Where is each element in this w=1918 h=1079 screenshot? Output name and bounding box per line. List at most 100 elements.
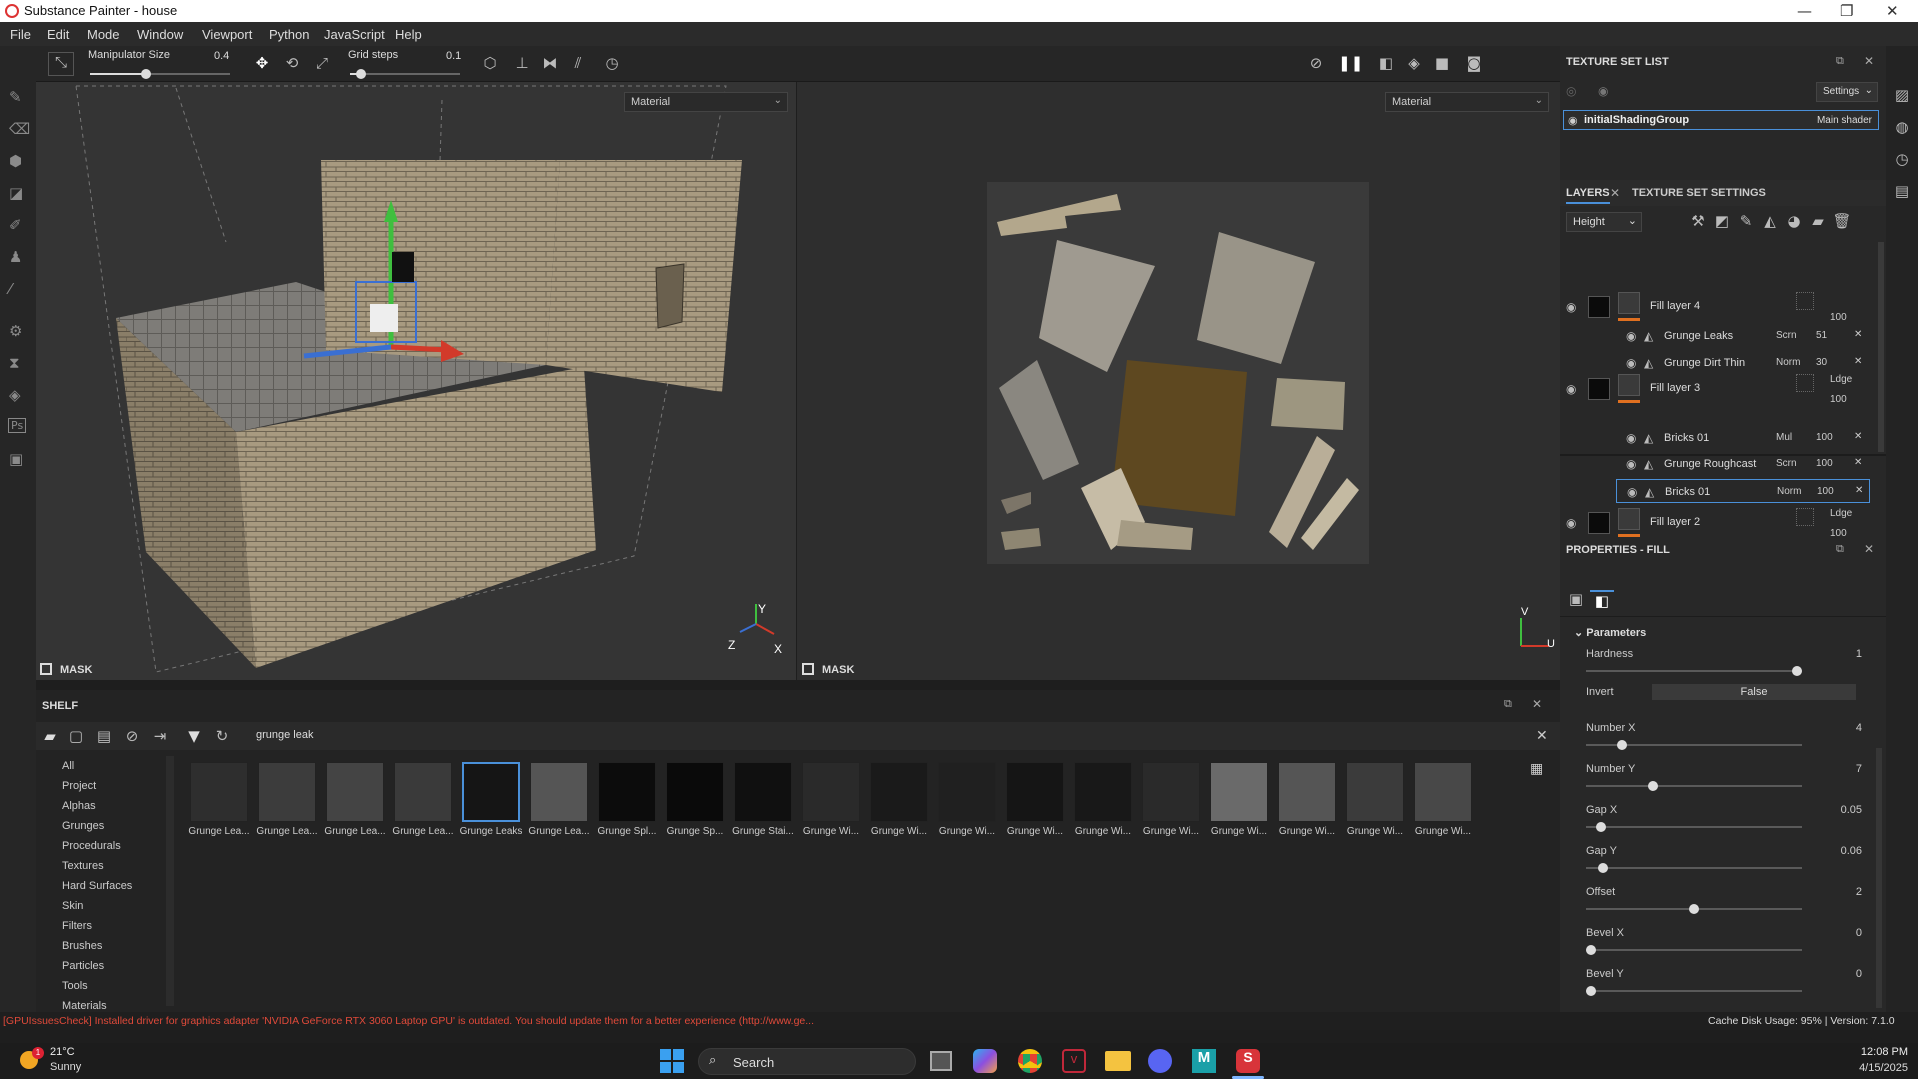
polygon-fill-icon[interactable]: ◪ bbox=[9, 184, 23, 202]
shelf-item-thumbnail[interactable] bbox=[190, 762, 248, 822]
maximize-button[interactable]: ❐ bbox=[1840, 2, 1853, 20]
viewport-3d[interactable]: Material ⌄ Y Z X bbox=[36, 82, 796, 680]
visibility-off-icon[interactable]: ◎ bbox=[1566, 84, 1576, 98]
texture-set-settings-dropdown[interactable]: Settings ⌄ bbox=[1816, 82, 1878, 102]
clock-time[interactable]: 12:08 PM bbox=[1838, 1046, 1908, 1058]
color-picker-icon[interactable]: ⁄ bbox=[9, 280, 12, 298]
file-explorer-icon[interactable] bbox=[1105, 1051, 1131, 1071]
effect-name[interactable]: Grunge Roughcast bbox=[1664, 458, 1756, 470]
material-props-icon[interactable]: ▣ bbox=[1564, 590, 1588, 608]
shelf-scrollbar[interactable] bbox=[166, 756, 174, 1006]
shelf-item-thumbnail[interactable] bbox=[938, 762, 996, 822]
param-value[interactable]: 7 bbox=[1856, 763, 1862, 775]
param-slider[interactable] bbox=[1586, 945, 1802, 955]
cube-icon[interactable]: ⬡ bbox=[478, 54, 502, 72]
eye-icon[interactable]: ◉ bbox=[1626, 457, 1636, 471]
param-slider[interactable] bbox=[1586, 863, 1802, 873]
menu-python[interactable]: Python bbox=[269, 27, 309, 42]
layer-row[interactable]: ◉ Fill layer 4 100 bbox=[1560, 290, 1876, 328]
shelf-category-filters[interactable]: Filters bbox=[62, 920, 92, 932]
clone-stamp-icon[interactable]: ♟ bbox=[9, 248, 22, 266]
hide-icon[interactable]: ⊘ bbox=[120, 727, 144, 745]
float-panel-icon[interactable]: ⧉ bbox=[1836, 55, 1844, 68]
blend-mode[interactable]: Ldge bbox=[1830, 508, 1852, 519]
shelf-category-alphas[interactable]: Alphas bbox=[62, 800, 96, 812]
effect-opacity[interactable]: 100 bbox=[1817, 486, 1834, 497]
param-slider[interactable] bbox=[1586, 666, 1802, 676]
blend-mode[interactable]: Mul bbox=[1776, 432, 1792, 443]
layer-row[interactable]: ◉ Fill layer 3 Ldge 100 bbox=[1560, 372, 1876, 410]
eye-icon[interactable]: ◉ bbox=[1566, 300, 1576, 314]
shelf-item-thumbnail[interactable] bbox=[734, 762, 792, 822]
move-icon[interactable]: ✥ bbox=[250, 54, 274, 72]
delete-layer-icon[interactable]: 🗑 bbox=[1830, 212, 1854, 230]
windows-start-icon[interactable] bbox=[660, 1049, 684, 1073]
add-mask-icon[interactable]: ◩ bbox=[1710, 212, 1734, 230]
eye-icon[interactable]: ◉ bbox=[1568, 114, 1578, 127]
effect-opacity[interactable]: 100 bbox=[1816, 432, 1833, 443]
shelf-item-thumbnail[interactable] bbox=[598, 762, 656, 822]
projection-icon[interactable]: ⬢ bbox=[9, 152, 22, 170]
shelf-category-tools[interactable]: Tools bbox=[62, 980, 88, 992]
shelf-item-thumbnail[interactable] bbox=[1074, 762, 1132, 822]
log-icon[interactable]: ▤ bbox=[1890, 182, 1914, 200]
remove-effect-icon[interactable]: ✕ bbox=[1854, 356, 1862, 367]
layer-opacity[interactable]: 100 bbox=[1830, 312, 1847, 323]
param-slider[interactable] bbox=[1586, 781, 1802, 791]
mask-thumbnail[interactable] bbox=[1588, 512, 1610, 534]
slider-knob[interactable] bbox=[1647, 781, 1658, 791]
remove-effect-icon[interactable]: ✕ bbox=[1854, 431, 1862, 442]
viewport-2d[interactable]: Material ⌄ V U bbox=[797, 82, 1560, 680]
mask-toggle-3d[interactable]: MASK bbox=[40, 663, 92, 676]
display-settings-icon[interactable]: ▨ bbox=[1890, 86, 1914, 104]
view-cube-icon[interactable]: ◈ bbox=[1402, 54, 1426, 72]
substance-painter-icon[interactable]: S bbox=[1236, 1049, 1260, 1073]
effect-name[interactable]: Bricks 01 bbox=[1664, 432, 1709, 444]
mask-thumbnail[interactable] bbox=[1588, 378, 1610, 400]
eye-icon[interactable]: ◉ bbox=[1626, 431, 1636, 445]
grid-view-icon[interactable]: ▦ bbox=[1530, 760, 1543, 777]
close-tab-icon[interactable]: ✕ bbox=[1610, 186, 1620, 200]
shelf-item-thumbnail[interactable] bbox=[462, 762, 520, 822]
blend-mode[interactable]: Ldge bbox=[1830, 374, 1852, 385]
hourglass-icon[interactable]: ⧗ bbox=[9, 354, 20, 372]
effect-opacity[interactable]: 100 bbox=[1816, 458, 1833, 469]
viewport-3d-material-dropdown[interactable]: Material ⌄ bbox=[624, 92, 788, 112]
param-value[interactable]: 2 bbox=[1856, 886, 1862, 898]
effect-row[interactable]: ◉ ◭ Grunge Leaks Scrn 51 ✕ bbox=[1560, 324, 1876, 348]
shelf-item-thumbnail[interactable] bbox=[326, 762, 384, 822]
param-value[interactable]: 0 bbox=[1856, 968, 1862, 980]
layers-stack-icon[interactable]: ◈ bbox=[9, 386, 21, 404]
shelf-item-thumbnail[interactable] bbox=[394, 762, 452, 822]
shelf-category-project[interactable]: Project bbox=[62, 780, 96, 792]
shelf-category-all[interactable]: All bbox=[62, 760, 74, 772]
blend-mode[interactable]: Norm bbox=[1777, 486, 1801, 497]
param-value[interactable]: 1 bbox=[1856, 648, 1862, 660]
rotate-icon[interactable]: ⟲ bbox=[280, 54, 304, 72]
new-file-icon[interactable]: ▢ bbox=[64, 727, 88, 745]
shelf-category-skin[interactable]: Skin bbox=[62, 900, 83, 912]
shelf-item-thumbnail[interactable] bbox=[258, 762, 316, 822]
align-icon[interactable]: ⊥ bbox=[510, 54, 534, 72]
eye-icon[interactable]: ◉ bbox=[1627, 485, 1637, 499]
shelf-item-thumbnail[interactable] bbox=[1414, 762, 1472, 822]
symmetry-icon[interactable]: ⧓ bbox=[538, 54, 562, 72]
add-effect-icon[interactable]: ⚒ bbox=[1686, 212, 1710, 230]
hide-ui-icon[interactable]: ⊘ bbox=[1304, 54, 1328, 72]
import-icon[interactable]: ⇥ bbox=[148, 727, 172, 745]
param-slider[interactable] bbox=[1586, 986, 1802, 996]
effect-name[interactable]: Grunge Dirt Thin bbox=[1664, 357, 1745, 369]
vivaldi-icon[interactable]: v bbox=[1062, 1049, 1086, 1073]
menu-mode[interactable]: Mode bbox=[87, 27, 120, 42]
invert-toggle[interactable]: False bbox=[1652, 684, 1856, 700]
param-value[interactable]: 0 bbox=[1856, 927, 1862, 939]
refresh-icon[interactable]: ↻ bbox=[210, 727, 234, 745]
add-folder-icon[interactable]: ▰ bbox=[1806, 212, 1830, 230]
menu-javascript[interactable]: JavaScript bbox=[324, 27, 385, 42]
shelf-category-textures[interactable]: Textures bbox=[62, 860, 104, 872]
manipulator-size-slider[interactable] bbox=[90, 69, 230, 79]
copilot-icon[interactable] bbox=[973, 1049, 997, 1073]
grid-steps-slider[interactable] bbox=[350, 69, 460, 79]
close-panel-icon[interactable]: ✕ bbox=[1864, 542, 1874, 556]
eye-icon[interactable]: ◉ bbox=[1626, 329, 1636, 343]
